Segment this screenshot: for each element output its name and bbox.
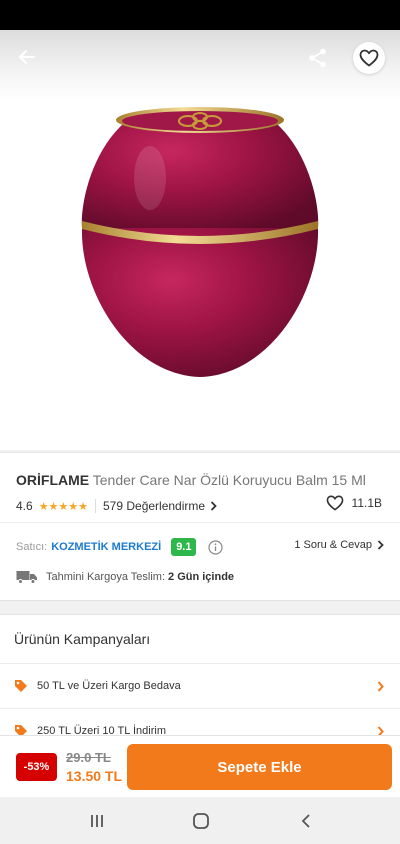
campaigns-section: Ürünün Kampanyaları 50 TL ve Üzeri Kargo… — [0, 614, 400, 745]
rating-row[interactable]: 4.6 ★★★★★ 579 Değerlendirme — [16, 497, 217, 515]
back-button[interactable] — [10, 40, 44, 74]
heart-outline-icon — [326, 495, 343, 511]
chevron-right-icon — [377, 680, 384, 692]
brand-name[interactable]: ORİFLAME — [16, 472, 89, 488]
new-price: 13.50 TL — [66, 768, 123, 784]
old-price: 29.0 TL — [66, 750, 111, 765]
discount-badge: -53% — [16, 753, 57, 781]
shipping-days: 2 Gün içinde — [168, 571, 235, 583]
arrow-left-icon — [19, 50, 35, 64]
back-nav-button[interactable] — [294, 809, 318, 833]
likes-count: 11.1B — [351, 496, 382, 510]
favorite-count[interactable]: 11.1B — [326, 495, 382, 511]
chevron-right-icon — [377, 540, 384, 550]
share-button[interactable] — [302, 42, 334, 74]
seller-label: Satıcı: — [16, 541, 48, 553]
rating-separator — [95, 499, 96, 513]
chevron-right-icon — [210, 501, 217, 511]
seller-name-link[interactable]: KOZMETİK MERKEZİ — [51, 541, 161, 553]
truck-icon — [16, 571, 37, 584]
seller-row: Satıcı: KOZMETİK MERKEZİ 9.1 — [16, 537, 224, 557]
chevron-left-icon — [301, 814, 310, 828]
product-title: ORİFLAME Tender Care Nar Özlü Koruyucu B… — [16, 471, 386, 489]
product-jar-image — [81, 107, 319, 377]
shipping-row: Tahmini Kargoya Teslim: 2 Gün içinde — [16, 570, 234, 584]
qa-label: 1 Soru & Cevap — [294, 539, 372, 551]
seller-score-badge: 9.1 — [171, 538, 197, 556]
home-button[interactable] — [189, 809, 213, 833]
product-info-card: ORİFLAME Tender Care Nar Özlü Koruyucu B… — [0, 452, 400, 601]
recent-apps-icon — [91, 815, 103, 827]
heart-outline-icon — [359, 49, 379, 67]
rating-stars: ★★★★★ — [38, 500, 88, 513]
info-icon[interactable] — [208, 539, 224, 555]
product-name: Tender Care Nar Özlü Koruyucu Balm 15 Ml — [92, 472, 366, 488]
recent-apps-button[interactable] — [85, 809, 109, 833]
home-icon — [193, 813, 209, 829]
campaigns-title: Ürünün Kampanyaları — [14, 631, 151, 647]
campaign-item[interactable]: 50 TL ve Üzeri Kargo Bedava — [0, 664, 400, 708]
tag-icon — [15, 680, 27, 692]
rating-value: 4.6 — [16, 499, 33, 513]
purchase-bar: -53% 29.0 TL 13.50 TL Sepete Ekle — [0, 735, 400, 798]
question-answer-link[interactable]: 1 Soru & Cevap — [294, 539, 384, 551]
system-nav-bar — [0, 797, 400, 844]
share-icon — [309, 48, 326, 68]
favorite-button[interactable] — [353, 42, 385, 74]
info-divider — [0, 522, 400, 523]
shipping-label: Tahmini Kargoya Teslim: — [46, 571, 166, 583]
review-count[interactable]: 579 Değerlendirme — [103, 499, 205, 513]
add-to-cart-button[interactable]: Sepete Ekle — [127, 744, 392, 790]
status-bar — [0, 0, 400, 30]
campaign-label: 50 TL ve Üzeri Kargo Bedava — [37, 680, 181, 692]
